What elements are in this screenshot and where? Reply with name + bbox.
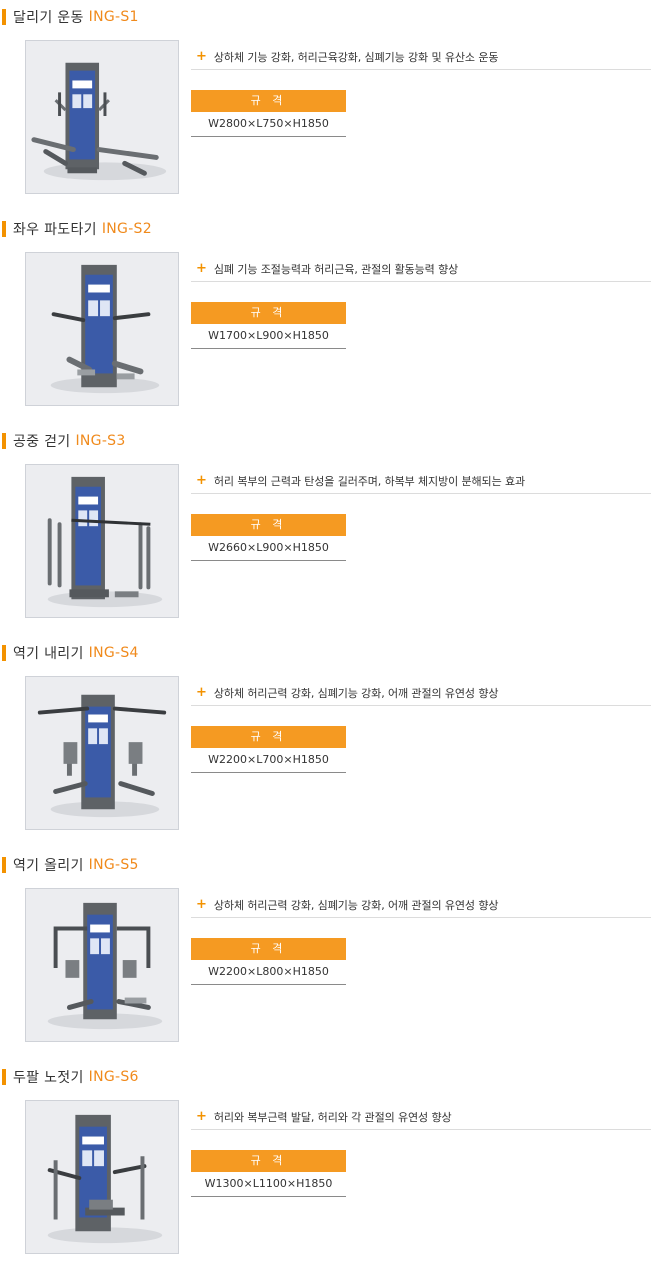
product-code: ING-S5 [88,857,139,873]
product-name: 좌우 파도타기 [13,222,97,238]
equipment-illustration [26,253,178,405]
feature-line: + 상하체 허리근력 강화, 심폐기능 강화, 어깨 관절의 유연성 향상 [191,892,651,918]
spec-table: 규 격 W1700×L900×H1850 [191,302,346,349]
product-name: 공중 걷기 [13,434,71,450]
product-image [25,40,179,194]
product-image [25,1100,179,1254]
title-marker [2,221,6,237]
product-name: 달리기 운동 [13,10,84,26]
feature-line: + 허리 복부의 근력과 탄성을 길러주며, 하복부 체지방이 분해되는 효과 [191,468,651,494]
equipment-illustration [26,889,178,1041]
product-item: 달리기 운동 ING-S1 + 상하체 기능 강화, 허리근육강화, 심폐기능 … [0,0,652,212]
spec-header: 규 격 [191,726,346,748]
product-code: ING-S2 [101,221,152,237]
product-item: 역기 올리기 ING-S5 + 상하체 허리근력 강화, 심폐기능 강화, 어깨… [0,848,652,1060]
product-title: 역기 내리기 ING-S4 [2,642,139,664]
product-code: ING-S3 [75,433,126,449]
plus-icon: + [196,897,207,912]
product-title: 역기 올리기 ING-S5 [2,854,139,876]
feature-text: 허리와 복부근력 발달, 허리와 각 관절의 유연성 향상 [213,1110,452,1124]
spec-table: 규 격 W2800×L750×H1850 [191,90,346,137]
spec-value: W2800×L750×H1850 [191,112,346,137]
equipment-illustration [26,1101,178,1253]
product-title: 달리기 운동 ING-S1 [2,6,139,28]
feature-line: + 허리와 복부근력 발달, 허리와 각 관절의 유연성 향상 [191,1104,651,1130]
product-name: 역기 올리기 [13,858,84,874]
feature-text: 상하체 허리근력 강화, 심폐기능 강화, 어깨 관절의 유연성 향상 [213,686,499,700]
spec-header: 규 격 [191,302,346,324]
spec-table: 규 격 W2200×L700×H1850 [191,726,346,773]
title-marker [2,857,6,873]
plus-icon: + [196,261,207,276]
product-item: 공중 걷기 ING-S3 + 허리 복부의 근력과 탄성을 길러주며, 하복부 … [0,424,652,636]
feature-line: + 심폐 기능 조절능력과 허리근육, 관절의 활동능력 향상 [191,256,651,282]
product-image [25,888,179,1042]
spec-table: 규 격 W1300×L1100×H1850 [191,1150,346,1197]
spec-value: W1300×L1100×H1850 [191,1172,346,1197]
equipment-illustration [26,677,178,829]
product-name: 두팔 노젓기 [13,1070,84,1086]
title-marker [2,645,6,661]
spec-table: 규 격 W2200×L800×H1850 [191,938,346,985]
product-item: 좌우 파도타기 ING-S2 + 심폐 기능 조절능력과 허리근육, 관절의 활… [0,212,652,424]
equipment-illustration [26,465,178,617]
product-code: ING-S6 [88,1069,139,1085]
spec-header: 규 격 [191,1150,346,1172]
product-title: 공중 걷기 ING-S3 [2,430,126,452]
feature-text: 심폐 기능 조절능력과 허리근육, 관절의 활동능력 향상 [213,262,459,276]
product-image [25,252,179,406]
title-marker [2,433,6,449]
title-marker [2,1069,6,1085]
feature-text: 허리 복부의 근력과 탄성을 길러주며, 하복부 체지방이 분해되는 효과 [213,474,526,488]
feature-line: + 상하체 허리근력 강화, 심폐기능 강화, 어깨 관절의 유연성 향상 [191,680,651,706]
feature-line: + 상하체 기능 강화, 허리근육강화, 심폐기능 강화 및 유산소 운동 [191,44,651,70]
product-image [25,676,179,830]
product-title: 좌우 파도타기 ING-S2 [2,218,152,240]
plus-icon: + [196,49,207,64]
product-name: 역기 내리기 [13,646,84,662]
product-image [25,464,179,618]
product-title: 두팔 노젓기 ING-S6 [2,1066,139,1088]
product-code: ING-S4 [88,645,139,661]
equipment-illustration [26,41,178,193]
spec-value: W1700×L900×H1850 [191,324,346,349]
product-item: 두팔 노젓기 ING-S6 + 허리와 복부근력 발달, 허리와 각 관절의 유… [0,1060,652,1272]
product-item: 역기 내리기 ING-S4 + 상하체 허리근력 강화, 심폐기능 강화, 어깨… [0,636,652,848]
spec-value: W2200×L800×H1850 [191,960,346,985]
title-marker [2,9,6,25]
spec-header: 규 격 [191,90,346,112]
spec-value: W2660×L900×H1850 [191,536,346,561]
spec-table: 규 격 W2660×L900×H1850 [191,514,346,561]
plus-icon: + [196,1109,207,1124]
product-code: ING-S1 [88,9,139,25]
plus-icon: + [196,473,207,488]
feature-text: 상하체 허리근력 강화, 심폐기능 강화, 어깨 관절의 유연성 향상 [213,898,499,912]
spec-header: 규 격 [191,938,346,960]
spec-value: W2200×L700×H1850 [191,748,346,773]
feature-text: 상하체 기능 강화, 허리근육강화, 심폐기능 강화 및 유산소 운동 [213,50,499,64]
plus-icon: + [196,685,207,700]
spec-header: 규 격 [191,514,346,536]
